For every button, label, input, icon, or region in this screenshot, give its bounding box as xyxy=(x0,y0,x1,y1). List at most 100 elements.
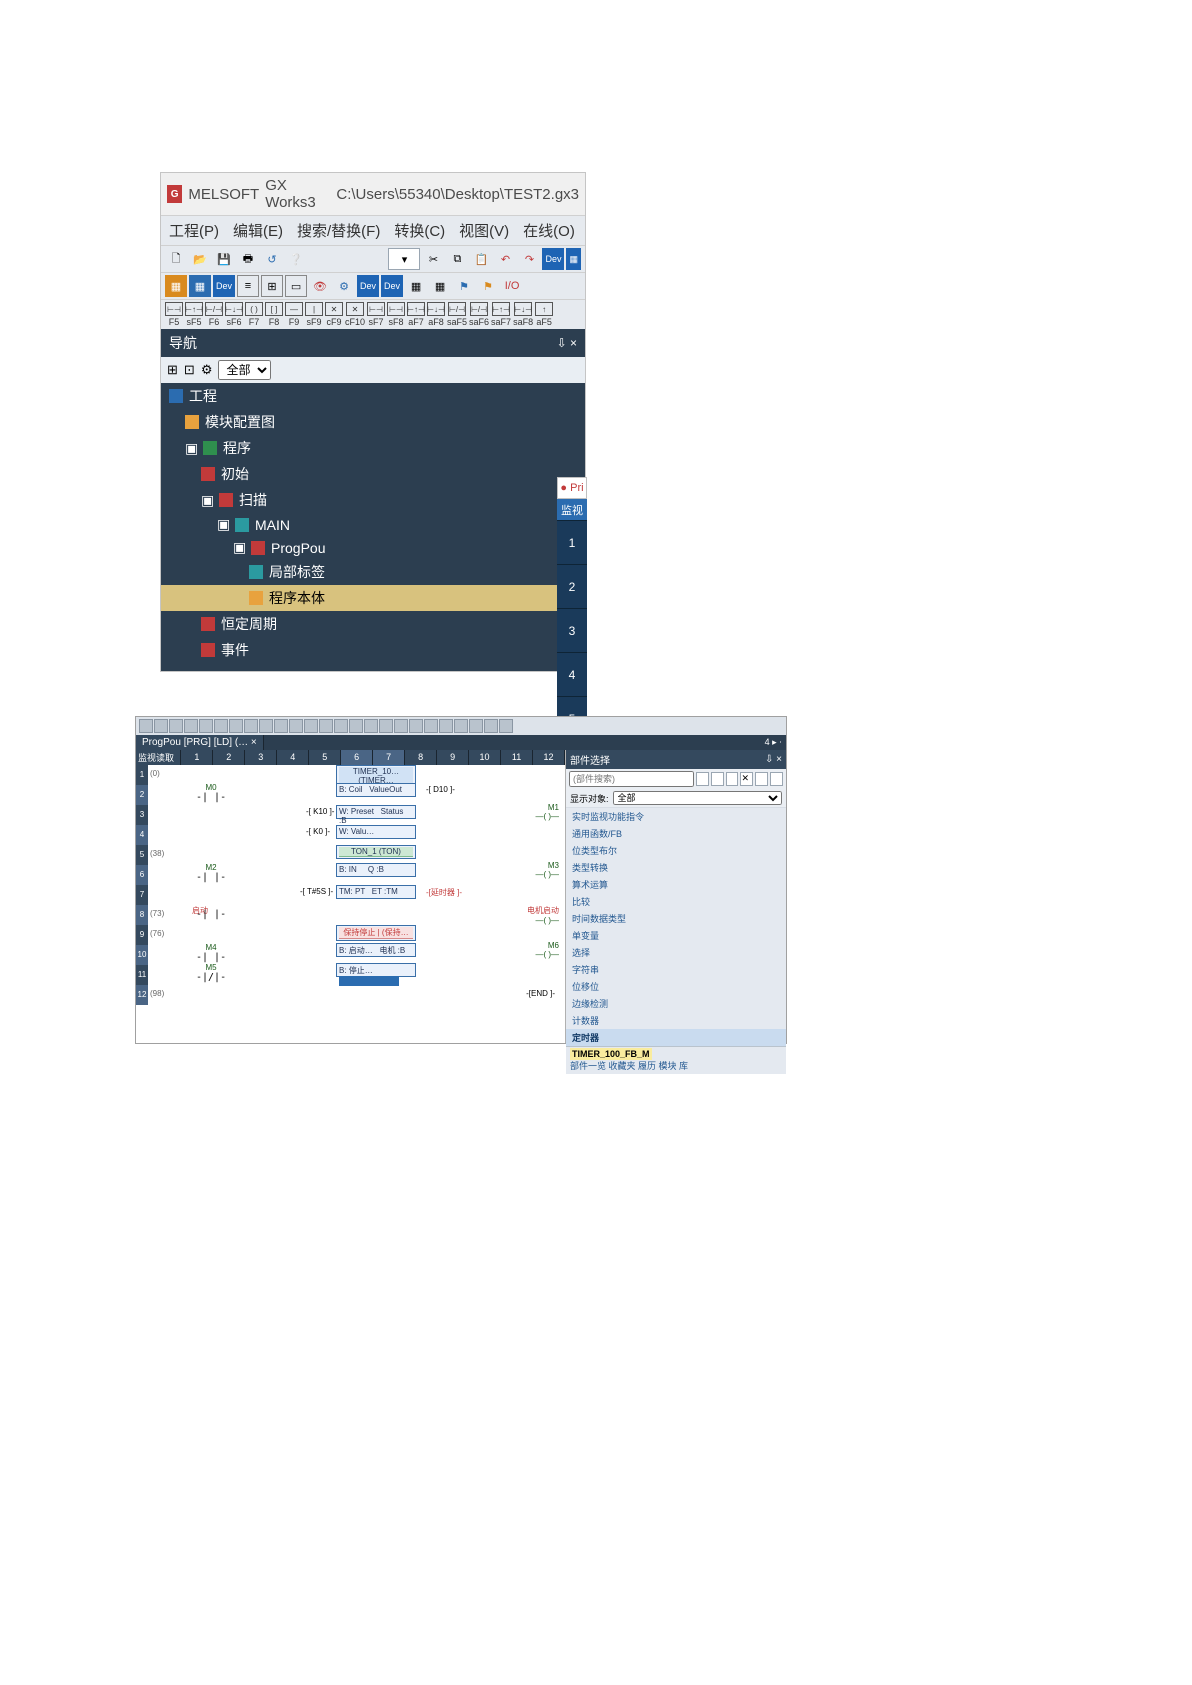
cat-item[interactable]: 字符串 xyxy=(566,961,786,978)
dock-num-3[interactable]: 3 xyxy=(557,609,587,653)
tb-icon[interactable] xyxy=(349,719,363,733)
expand-icon[interactable]: ▣ xyxy=(185,440,197,457)
monitor-tab[interactable]: 监视 xyxy=(557,499,587,521)
tb-icon[interactable] xyxy=(484,719,498,733)
cat-item[interactable]: 位类型布尔 xyxy=(566,842,786,859)
tb-icon-8[interactable]: ▦ xyxy=(405,275,427,297)
dropdown-icon[interactable]: ▾ xyxy=(388,248,420,270)
print-icon[interactable]: 🖶 xyxy=(237,248,259,270)
tb-icon[interactable] xyxy=(184,719,198,733)
tb-dev[interactable]: Dev xyxy=(213,275,235,297)
ld-sf8[interactable]: ⊢⊣sF8 xyxy=(387,302,405,327)
cat-item-timer[interactable]: 定时器 xyxy=(566,1029,786,1046)
ladder-body[interactable]: 1 (0) TIMER_10… (TIMER… 2 M0-| |- B: Coi… xyxy=(136,765,565,1043)
part-search-input[interactable] xyxy=(569,771,694,787)
ld-sf7[interactable]: ⊢⊣sF7 xyxy=(367,302,385,327)
tree-program-body[interactable]: 程序本体 xyxy=(161,585,585,611)
tb-icon[interactable] xyxy=(304,719,318,733)
search-icon[interactable] xyxy=(696,772,709,786)
cat-item[interactable]: 比较 xyxy=(566,893,786,910)
ld-saf8[interactable]: ⊢↓⊣saF8 xyxy=(513,302,533,327)
redo-icon[interactable]: ↷ xyxy=(518,248,540,270)
tb-icon[interactable] xyxy=(454,719,468,733)
tb-icon-9[interactable]: ▦ xyxy=(429,275,451,297)
ld-sf6[interactable]: ⊢↓⊣sF6 xyxy=(225,302,243,327)
cat-item[interactable]: 边缘检测 xyxy=(566,995,786,1012)
panel-pin-icon[interactable]: ⇩ × xyxy=(765,754,782,765)
fb-port[interactable]: TM: PT ET :TM xyxy=(336,885,416,899)
copy-icon[interactable]: ⧉ xyxy=(446,248,468,270)
ladder-mode-label[interactable]: 监视读取 ▾ xyxy=(136,750,181,765)
ld-f6[interactable]: ⊢/⊣F6 xyxy=(205,302,223,327)
tb-icon[interactable] xyxy=(439,719,453,733)
tb-icon[interactable] xyxy=(169,719,183,733)
tab-pin[interactable]: 4 ▸ ⋅ xyxy=(765,737,782,748)
ladder-editor[interactable]: 监视读取 ▾ 1 2 3 4 5 6 7 8 9 10 11 12 1 (0) … xyxy=(136,750,566,1043)
fb-port[interactable]: B: IN Q :B xyxy=(336,863,416,877)
editor-tab[interactable]: ProgPou [PRG] [LD] (… × xyxy=(136,735,264,750)
tb-icon[interactable] xyxy=(394,719,408,733)
ld-af8[interactable]: ⊢↓⊣aF8 xyxy=(427,302,445,327)
menu-online[interactable]: 在线(O) xyxy=(523,220,575,241)
dock-num-4[interactable]: 4 xyxy=(557,653,587,697)
contact-m5[interactable]: M5-|/|- xyxy=(196,963,226,983)
tree-progpou[interactable]: ▣ProgPou xyxy=(161,536,585,559)
tb-icon[interactable] xyxy=(289,719,303,733)
tb-icon[interactable] xyxy=(229,719,243,733)
expand-icon[interactable]: ▣ xyxy=(201,492,213,509)
cat-item[interactable]: 算术运算 xyxy=(566,876,786,893)
tb-icon-1[interactable]: ▦ xyxy=(165,275,187,297)
cat-item[interactable]: 通用函数/FB xyxy=(566,825,786,842)
tree-fixed-cycle[interactable]: 恒定周期 xyxy=(161,611,585,637)
fb-port[interactable]: W: Preset Status :B xyxy=(336,805,416,819)
ld-cf9[interactable]: ✕cF9 xyxy=(325,302,343,327)
undo2-icon[interactable]: ↶ xyxy=(494,248,516,270)
contact-m0[interactable]: M0-| |- xyxy=(196,783,226,803)
nav-view-icon-1[interactable]: ⊞ xyxy=(167,362,178,378)
cat-item[interactable]: 时间数据类型 xyxy=(566,910,786,927)
save-icon[interactable]: 💾 xyxy=(213,248,235,270)
ld-f9[interactable]: —F9 xyxy=(285,302,303,327)
tb-icon-3[interactable]: ≡ xyxy=(237,275,259,297)
cut-icon[interactable]: ✂ xyxy=(422,248,444,270)
contact-m2[interactable]: M2-| |- xyxy=(196,863,226,883)
tree-initial[interactable]: 初始 xyxy=(161,461,585,487)
show-target-select[interactable]: 全部 xyxy=(613,791,782,805)
tb-icon-7[interactable]: ⚙ xyxy=(333,275,355,297)
tree-scan[interactable]: ▣扫描 xyxy=(161,487,585,513)
fb-port[interactable]: B: Coil ValueOut xyxy=(336,783,416,797)
expand-icon[interactable]: ▣ xyxy=(233,539,245,556)
contact-inline[interactable]: -| |- xyxy=(196,909,226,920)
coil-m1[interactable]: M1—( )— xyxy=(535,803,559,821)
help-icon[interactable]: ❔ xyxy=(285,248,307,270)
tree-project[interactable]: 工程 xyxy=(161,383,585,409)
tb-icon[interactable] xyxy=(199,719,213,733)
pin-icon[interactable] xyxy=(726,772,739,786)
ld-saf5[interactable]: ⊢/⊣saF5 xyxy=(447,302,467,327)
ld-saf6[interactable]: ⊢/⊣saF6 xyxy=(469,302,489,327)
paste-icon[interactable]: 📋 xyxy=(470,248,492,270)
coil-motor[interactable]: 电机启动—( )— xyxy=(527,905,559,925)
tb-dev3[interactable]: Dev xyxy=(381,275,403,297)
cat-item[interactable]: 选择 xyxy=(566,944,786,961)
tb-icon-2[interactable]: ▦ xyxy=(189,275,211,297)
tb-icon[interactable] xyxy=(364,719,378,733)
tree-main[interactable]: ▣MAIN xyxy=(161,513,585,536)
tb-icon[interactable] xyxy=(319,719,333,733)
fb-port[interactable]: B: 停止… xyxy=(336,963,416,977)
footer-tabs[interactable]: 部件一览 收藏夹 履历 模块 库 xyxy=(570,1061,688,1071)
menu-edit[interactable]: 编辑(E) xyxy=(233,220,283,241)
tb-icon-6[interactable]: 👁 xyxy=(309,275,331,297)
nav-pin-close[interactable]: ⇩ × xyxy=(557,336,577,350)
cat-item[interactable]: 计数器 xyxy=(566,1012,786,1029)
menu-project[interactable]: 工程(P) xyxy=(169,220,219,241)
ld-cf10[interactable]: ✕cF10 xyxy=(345,302,365,327)
tb-icon-5[interactable]: ▭ xyxy=(285,275,307,297)
up-icon[interactable] xyxy=(770,772,783,786)
open-icon[interactable]: 📂 xyxy=(189,248,211,270)
tb-icon[interactable] xyxy=(274,719,288,733)
tb-icon[interactable] xyxy=(469,719,483,733)
tb-icon-4[interactable]: ⊞ xyxy=(261,275,283,297)
expand-icon[interactable]: ▣ xyxy=(217,516,229,533)
menu-view[interactable]: 视图(V) xyxy=(459,220,509,241)
